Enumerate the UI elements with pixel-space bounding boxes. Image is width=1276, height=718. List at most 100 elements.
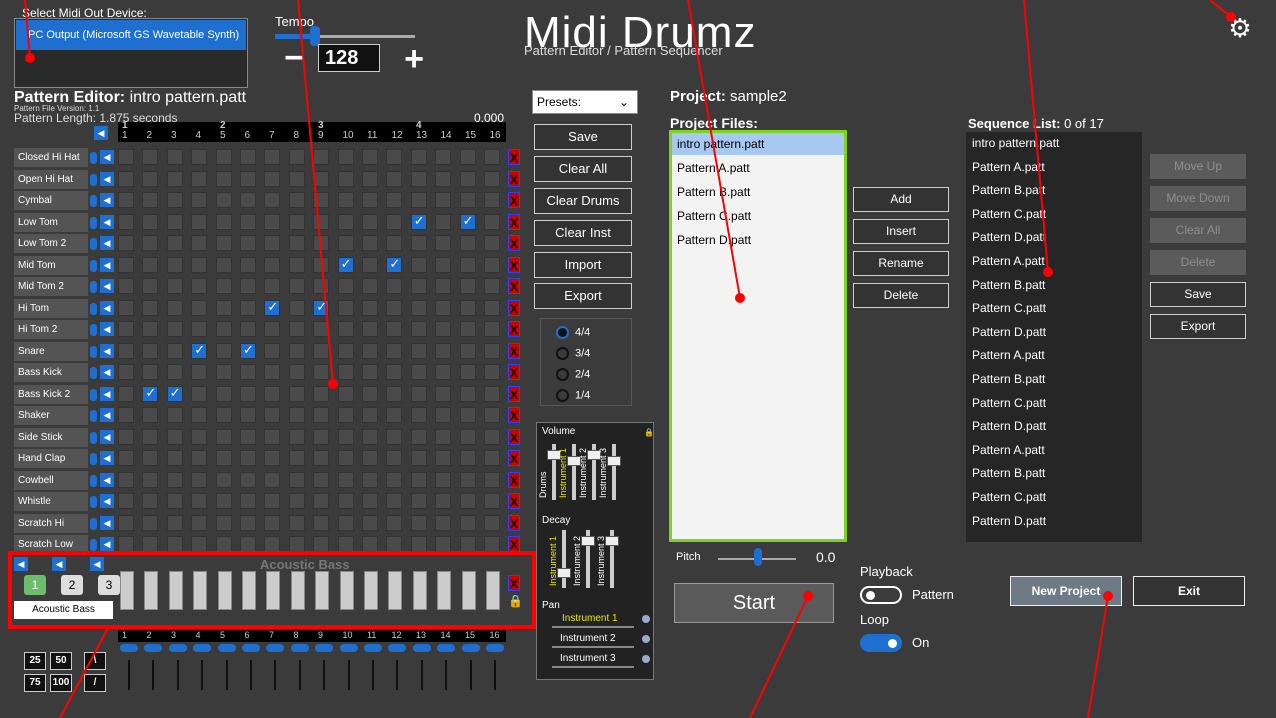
step-cell[interactable] xyxy=(166,149,183,165)
volume-fader[interactable] xyxy=(572,444,576,500)
speaker-icon[interactable]: ◀ xyxy=(100,322,114,336)
speaker-icon[interactable]: ◀ xyxy=(100,472,114,487)
step-cell[interactable] xyxy=(118,364,134,380)
step-cell[interactable] xyxy=(410,407,427,423)
instrument-select-button[interactable]: 1 xyxy=(24,575,46,595)
step-cell[interactable] xyxy=(410,321,427,337)
velocity-slider-thumb[interactable] xyxy=(242,644,260,652)
step-cell[interactable] xyxy=(362,407,378,423)
sequence-item[interactable]: Pattern C.patt xyxy=(970,297,1140,319)
step-cell[interactable] xyxy=(386,493,403,509)
step-cell[interactable] xyxy=(191,213,208,230)
step-cell[interactable] xyxy=(191,256,208,273)
step-cell[interactable] xyxy=(288,407,305,423)
step-cell[interactable] xyxy=(215,407,232,423)
step-cell[interactable] xyxy=(240,536,256,552)
clear-row-button[interactable]: X xyxy=(508,428,520,445)
sequence-delete-button[interactable]: Delete xyxy=(1150,250,1246,275)
speaker-icon[interactable]: ◀ xyxy=(100,515,114,530)
step-cell[interactable] xyxy=(362,514,378,531)
clear-row-button[interactable]: X xyxy=(508,342,520,359)
export-button[interactable]: Export xyxy=(534,283,632,309)
step-cell[interactable] xyxy=(386,149,403,165)
step-cell[interactable] xyxy=(240,299,256,316)
velocity-button[interactable]: 100 xyxy=(50,674,72,692)
step-cell[interactable] xyxy=(313,170,330,187)
step-cell[interactable] xyxy=(166,514,183,531)
step-cell[interactable] xyxy=(166,364,183,380)
step-cell[interactable] xyxy=(118,149,134,165)
sequence-item[interactable]: Pattern A.patt xyxy=(970,156,1140,178)
clear-row-button[interactable]: X xyxy=(508,514,520,531)
velocity-slider-thumb[interactable] xyxy=(120,644,138,652)
sequence-item[interactable]: Pattern D.patt xyxy=(970,415,1140,437)
step-cell[interactable] xyxy=(166,278,183,294)
drum-row-toggle[interactable] xyxy=(90,367,97,379)
step-cell[interactable] xyxy=(435,536,452,552)
step-cell[interactable] xyxy=(484,192,500,208)
step-cell[interactable] xyxy=(410,385,427,402)
clear-row-button[interactable]: X xyxy=(508,170,520,187)
instrument-key[interactable] xyxy=(290,571,305,610)
clear-row-button[interactable]: X xyxy=(508,321,520,337)
step-cell[interactable] xyxy=(410,364,427,380)
sequence-item[interactable]: Pattern A.patt xyxy=(970,344,1140,366)
step-cell[interactable] xyxy=(240,450,256,466)
step-cell[interactable] xyxy=(337,235,354,251)
instrument-key[interactable] xyxy=(217,571,232,610)
speaker-icon[interactable]: ◀ xyxy=(100,451,114,465)
velocity-slider-thumb[interactable] xyxy=(339,644,358,652)
step-cell[interactable] xyxy=(191,149,208,165)
velocity-slider[interactable] xyxy=(128,660,130,690)
clear-row-button[interactable]: X xyxy=(508,149,520,165)
instrument-key[interactable] xyxy=(168,571,183,610)
step-cell[interactable] xyxy=(240,385,256,402)
step-cell[interactable] xyxy=(362,364,378,380)
step-cell[interactable] xyxy=(118,407,134,423)
step-cell[interactable] xyxy=(362,428,378,445)
clear-inst-button[interactable]: Clear Inst xyxy=(534,220,632,246)
step-cell[interactable] xyxy=(484,149,500,165)
lock-icon[interactable]: 🔒 xyxy=(508,594,523,608)
step-cell[interactable] xyxy=(166,299,183,316)
step-cell[interactable] xyxy=(264,407,281,423)
velocity-slider-thumb[interactable] xyxy=(168,644,187,652)
step-cell[interactable] xyxy=(459,428,476,445)
step-cell[interactable] xyxy=(166,321,183,337)
speaker-icon[interactable]: ◀ xyxy=(14,557,28,571)
step-cell[interactable] xyxy=(337,342,354,359)
step-cell[interactable] xyxy=(118,192,134,208)
step-cell[interactable] xyxy=(142,321,159,337)
step-cell[interactable] xyxy=(215,493,232,509)
decay-fader[interactable] xyxy=(562,530,566,588)
step-cell[interactable] xyxy=(240,278,256,294)
drum-row-toggle[interactable] xyxy=(90,539,97,551)
step-cell[interactable] xyxy=(288,256,305,273)
step-cell[interactable] xyxy=(118,256,134,273)
save-button[interactable]: Save xyxy=(534,124,632,150)
velocity-slider-thumb[interactable] xyxy=(217,644,236,652)
velocity-slider[interactable] xyxy=(225,660,228,690)
time-signature-option[interactable]: 3/4 xyxy=(556,347,590,360)
step-cell[interactable] xyxy=(215,170,232,187)
velocity-slider[interactable] xyxy=(298,660,301,690)
step-cell[interactable] xyxy=(484,278,500,294)
step-cell[interactable] xyxy=(337,256,354,273)
step-cell[interactable] xyxy=(288,170,305,187)
step-cell[interactable] xyxy=(264,493,281,509)
step-cell[interactable] xyxy=(459,385,476,402)
time-signature-option[interactable]: 2/4 xyxy=(556,368,590,381)
step-cell[interactable] xyxy=(264,256,281,273)
step-cell[interactable] xyxy=(142,170,159,187)
step-cell[interactable] xyxy=(313,450,330,466)
project-file-item[interactable]: Pattern C.patt xyxy=(672,205,844,227)
step-cell[interactable] xyxy=(264,471,281,488)
drum-row-toggle[interactable] xyxy=(90,388,97,401)
step-cell[interactable] xyxy=(288,428,305,445)
step-cell[interactable] xyxy=(410,149,427,165)
step-cell[interactable] xyxy=(435,299,452,316)
step-cell[interactable] xyxy=(484,514,500,531)
step-cell[interactable] xyxy=(264,213,281,230)
step-cell[interactable] xyxy=(386,256,403,273)
add-button[interactable]: Add xyxy=(853,187,949,212)
